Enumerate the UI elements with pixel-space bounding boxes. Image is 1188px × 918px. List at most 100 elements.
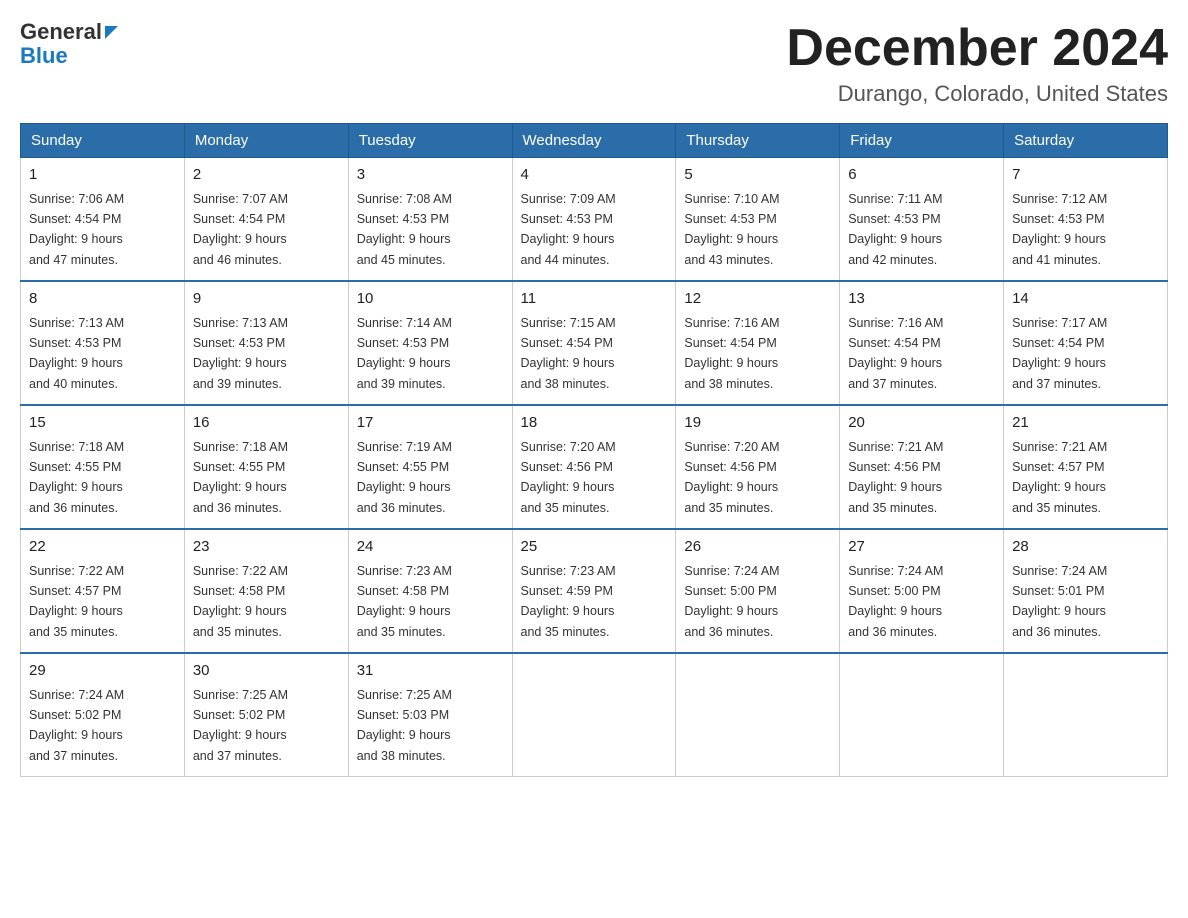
logo-text-blue: Blue: [20, 43, 68, 68]
day-number: 6: [848, 164, 995, 187]
col-sunday: Sunday: [21, 124, 185, 158]
table-row: 15 Sunrise: 7:18 AMSunset: 4:55 PMDaylig…: [21, 405, 185, 529]
day-number: 8: [29, 288, 176, 311]
day-info: Sunrise: 7:24 AMSunset: 5:02 PMDaylight:…: [29, 688, 124, 763]
table-row: 27 Sunrise: 7:24 AMSunset: 5:00 PMDaylig…: [840, 529, 1004, 653]
logo: General Blue: [20, 20, 118, 68]
table-row: 14 Sunrise: 7:17 AMSunset: 4:54 PMDaylig…: [1004, 281, 1168, 405]
day-info: Sunrise: 7:25 AMSunset: 5:02 PMDaylight:…: [193, 688, 288, 763]
month-title: December 2024: [786, 20, 1168, 77]
table-row: 10 Sunrise: 7:14 AMSunset: 4:53 PMDaylig…: [348, 281, 512, 405]
day-number: 1: [29, 164, 176, 187]
day-info: Sunrise: 7:13 AMSunset: 4:53 PMDaylight:…: [193, 316, 288, 391]
table-row: 24 Sunrise: 7:23 AMSunset: 4:58 PMDaylig…: [348, 529, 512, 653]
day-info: Sunrise: 7:24 AMSunset: 5:01 PMDaylight:…: [1012, 564, 1107, 639]
day-number: 23: [193, 536, 340, 559]
logo-text-general: General: [20, 20, 102, 44]
table-row: 30 Sunrise: 7:25 AMSunset: 5:02 PMDaylig…: [184, 653, 348, 777]
table-row: 18 Sunrise: 7:20 AMSunset: 4:56 PMDaylig…: [512, 405, 676, 529]
day-number: 2: [193, 164, 340, 187]
day-number: 18: [521, 412, 668, 435]
day-number: 10: [357, 288, 504, 311]
col-monday: Monday: [184, 124, 348, 158]
calendar-week-row: 22 Sunrise: 7:22 AMSunset: 4:57 PMDaylig…: [21, 529, 1168, 653]
table-row: 12 Sunrise: 7:16 AMSunset: 4:54 PMDaylig…: [676, 281, 840, 405]
day-info: Sunrise: 7:23 AMSunset: 4:58 PMDaylight:…: [357, 564, 452, 639]
table-row: 4 Sunrise: 7:09 AMSunset: 4:53 PMDayligh…: [512, 158, 676, 282]
day-info: Sunrise: 7:08 AMSunset: 4:53 PMDaylight:…: [357, 192, 452, 267]
day-info: Sunrise: 7:24 AMSunset: 5:00 PMDaylight:…: [848, 564, 943, 639]
table-row: 3 Sunrise: 7:08 AMSunset: 4:53 PMDayligh…: [348, 158, 512, 282]
day-info: Sunrise: 7:13 AMSunset: 4:53 PMDaylight:…: [29, 316, 124, 391]
day-number: 27: [848, 536, 995, 559]
page-header: General Blue December 2024 Durango, Colo…: [20, 20, 1168, 107]
table-row: 9 Sunrise: 7:13 AMSunset: 4:53 PMDayligh…: [184, 281, 348, 405]
day-number: 9: [193, 288, 340, 311]
col-friday: Friday: [840, 124, 1004, 158]
day-info: Sunrise: 7:25 AMSunset: 5:03 PMDaylight:…: [357, 688, 452, 763]
day-info: Sunrise: 7:18 AMSunset: 4:55 PMDaylight:…: [29, 440, 124, 515]
table-row: 17 Sunrise: 7:19 AMSunset: 4:55 PMDaylig…: [348, 405, 512, 529]
table-row: 21 Sunrise: 7:21 AMSunset: 4:57 PMDaylig…: [1004, 405, 1168, 529]
table-row: [512, 653, 676, 777]
table-row: 5 Sunrise: 7:10 AMSunset: 4:53 PMDayligh…: [676, 158, 840, 282]
day-number: 11: [521, 288, 668, 311]
title-block: December 2024 Durango, Colorado, United …: [786, 20, 1168, 107]
table-row: [840, 653, 1004, 777]
calendar-week-row: 1 Sunrise: 7:06 AMSunset: 4:54 PMDayligh…: [21, 158, 1168, 282]
day-number: 31: [357, 660, 504, 683]
day-number: 7: [1012, 164, 1159, 187]
day-number: 17: [357, 412, 504, 435]
day-info: Sunrise: 7:19 AMSunset: 4:55 PMDaylight:…: [357, 440, 452, 515]
table-row: 13 Sunrise: 7:16 AMSunset: 4:54 PMDaylig…: [840, 281, 1004, 405]
day-number: 24: [357, 536, 504, 559]
day-number: 4: [521, 164, 668, 187]
day-info: Sunrise: 7:09 AMSunset: 4:53 PMDaylight:…: [521, 192, 616, 267]
day-number: 29: [29, 660, 176, 683]
day-info: Sunrise: 7:16 AMSunset: 4:54 PMDaylight:…: [848, 316, 943, 391]
day-number: 28: [1012, 536, 1159, 559]
calendar-week-row: 29 Sunrise: 7:24 AMSunset: 5:02 PMDaylig…: [21, 653, 1168, 777]
calendar-week-row: 8 Sunrise: 7:13 AMSunset: 4:53 PMDayligh…: [21, 281, 1168, 405]
day-info: Sunrise: 7:20 AMSunset: 4:56 PMDaylight:…: [684, 440, 779, 515]
day-number: 30: [193, 660, 340, 683]
day-info: Sunrise: 7:22 AMSunset: 4:58 PMDaylight:…: [193, 564, 288, 639]
day-number: 5: [684, 164, 831, 187]
table-row: 16 Sunrise: 7:18 AMSunset: 4:55 PMDaylig…: [184, 405, 348, 529]
day-info: Sunrise: 7:23 AMSunset: 4:59 PMDaylight:…: [521, 564, 616, 639]
day-info: Sunrise: 7:22 AMSunset: 4:57 PMDaylight:…: [29, 564, 124, 639]
day-info: Sunrise: 7:15 AMSunset: 4:54 PMDaylight:…: [521, 316, 616, 391]
table-row: 11 Sunrise: 7:15 AMSunset: 4:54 PMDaylig…: [512, 281, 676, 405]
day-info: Sunrise: 7:14 AMSunset: 4:53 PMDaylight:…: [357, 316, 452, 391]
table-row: 2 Sunrise: 7:07 AMSunset: 4:54 PMDayligh…: [184, 158, 348, 282]
table-row: 28 Sunrise: 7:24 AMSunset: 5:01 PMDaylig…: [1004, 529, 1168, 653]
calendar-table: Sunday Monday Tuesday Wednesday Thursday…: [20, 123, 1168, 777]
table-row: 8 Sunrise: 7:13 AMSunset: 4:53 PMDayligh…: [21, 281, 185, 405]
day-number: 26: [684, 536, 831, 559]
day-info: Sunrise: 7:21 AMSunset: 4:57 PMDaylight:…: [1012, 440, 1107, 515]
day-number: 20: [848, 412, 995, 435]
calendar-week-row: 15 Sunrise: 7:18 AMSunset: 4:55 PMDaylig…: [21, 405, 1168, 529]
day-info: Sunrise: 7:21 AMSunset: 4:56 PMDaylight:…: [848, 440, 943, 515]
table-row: 26 Sunrise: 7:24 AMSunset: 5:00 PMDaylig…: [676, 529, 840, 653]
table-row: 1 Sunrise: 7:06 AMSunset: 4:54 PMDayligh…: [21, 158, 185, 282]
table-row: 7 Sunrise: 7:12 AMSunset: 4:53 PMDayligh…: [1004, 158, 1168, 282]
col-saturday: Saturday: [1004, 124, 1168, 158]
day-number: 14: [1012, 288, 1159, 311]
day-info: Sunrise: 7:07 AMSunset: 4:54 PMDaylight:…: [193, 192, 288, 267]
day-info: Sunrise: 7:12 AMSunset: 4:53 PMDaylight:…: [1012, 192, 1107, 267]
table-row: 23 Sunrise: 7:22 AMSunset: 4:58 PMDaylig…: [184, 529, 348, 653]
day-number: 19: [684, 412, 831, 435]
table-row: [676, 653, 840, 777]
logo-icon: General Blue: [20, 20, 118, 68]
day-info: Sunrise: 7:16 AMSunset: 4:54 PMDaylight:…: [684, 316, 779, 391]
table-row: 20 Sunrise: 7:21 AMSunset: 4:56 PMDaylig…: [840, 405, 1004, 529]
col-wednesday: Wednesday: [512, 124, 676, 158]
calendar-header-row: Sunday Monday Tuesday Wednesday Thursday…: [21, 124, 1168, 158]
day-info: Sunrise: 7:06 AMSunset: 4:54 PMDaylight:…: [29, 192, 124, 267]
table-row: 31 Sunrise: 7:25 AMSunset: 5:03 PMDaylig…: [348, 653, 512, 777]
day-info: Sunrise: 7:11 AMSunset: 4:53 PMDaylight:…: [848, 192, 942, 267]
location-title: Durango, Colorado, United States: [786, 81, 1168, 107]
table-row: [1004, 653, 1168, 777]
table-row: 25 Sunrise: 7:23 AMSunset: 4:59 PMDaylig…: [512, 529, 676, 653]
